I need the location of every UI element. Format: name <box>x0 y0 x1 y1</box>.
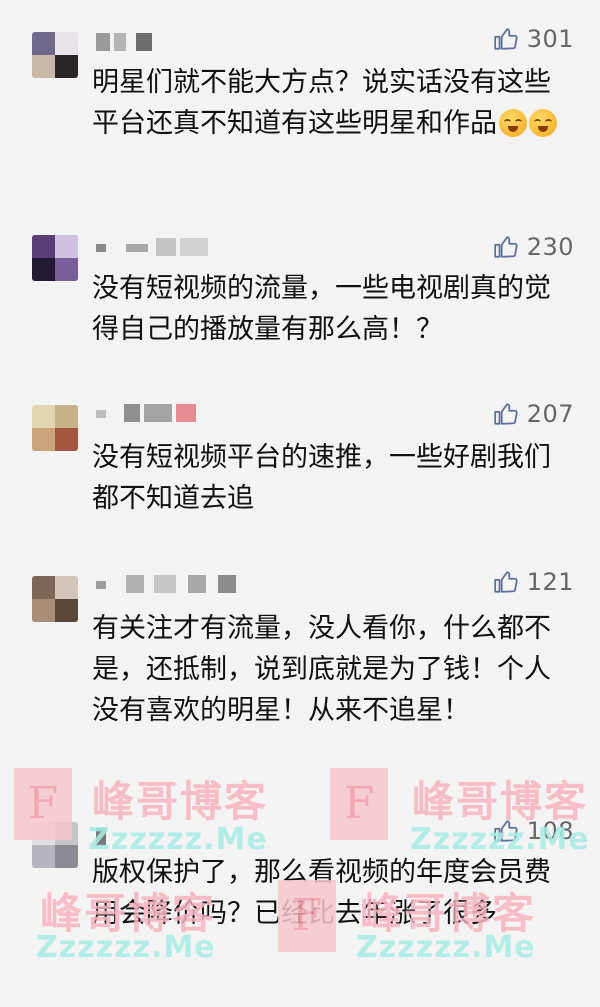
like-button[interactable]: 207 <box>493 400 574 428</box>
watermark-text: 峰哥博客 <box>92 777 269 826</box>
avatar[interactable] <box>32 405 78 451</box>
like-button[interactable]: 108 <box>493 817 574 845</box>
watermark-url: Zzzzzz.Me <box>36 930 216 965</box>
watermark-url: Zzzzzz.Me <box>356 930 536 965</box>
comment-text: 版权保护了，那么看视频的年度会员费用会降价吗？已经比去年涨了很多 <box>92 857 551 929</box>
comment-text: 明星们就不能大方点？说实话没有这些平台还真不知道有这些明星和作品 <box>92 62 572 144</box>
like-button[interactable]: 301 <box>493 25 574 53</box>
comment-text: 没有短视频平台的速推，一些好剧我们都不知道去追 <box>92 442 551 514</box>
watermark-logo: F <box>330 768 388 840</box>
like-count: 230 <box>526 233 574 261</box>
thumbs-up-icon <box>493 571 518 593</box>
avatar[interactable] <box>32 576 78 622</box>
like-count: 301 <box>526 25 574 53</box>
like-count: 207 <box>526 400 574 428</box>
like-button[interactable]: 230 <box>493 233 574 261</box>
comment-text: 有关注才有流量，没人看你，什么都不是，还抵制，说到底就是为了钱！个人没有喜欢的明… <box>92 613 551 726</box>
like-count: 121 <box>526 568 574 596</box>
comment-text: 没有短视频的流量，一些电视剧真的觉得自己的播放量有那么高！？ <box>92 273 551 345</box>
thumbs-up-icon <box>493 28 518 50</box>
thumbs-up-icon <box>493 403 518 425</box>
laughing-crying-emoji-icon <box>529 109 557 137</box>
thumbs-up-icon <box>493 820 518 842</box>
avatar[interactable] <box>32 822 78 868</box>
avatar[interactable] <box>32 235 78 281</box>
laughing-crying-emoji-icon <box>499 109 527 137</box>
like-count: 108 <box>526 817 574 845</box>
like-button[interactable]: 121 <box>493 568 574 596</box>
avatar[interactable] <box>32 32 78 78</box>
thumbs-up-icon <box>493 236 518 258</box>
